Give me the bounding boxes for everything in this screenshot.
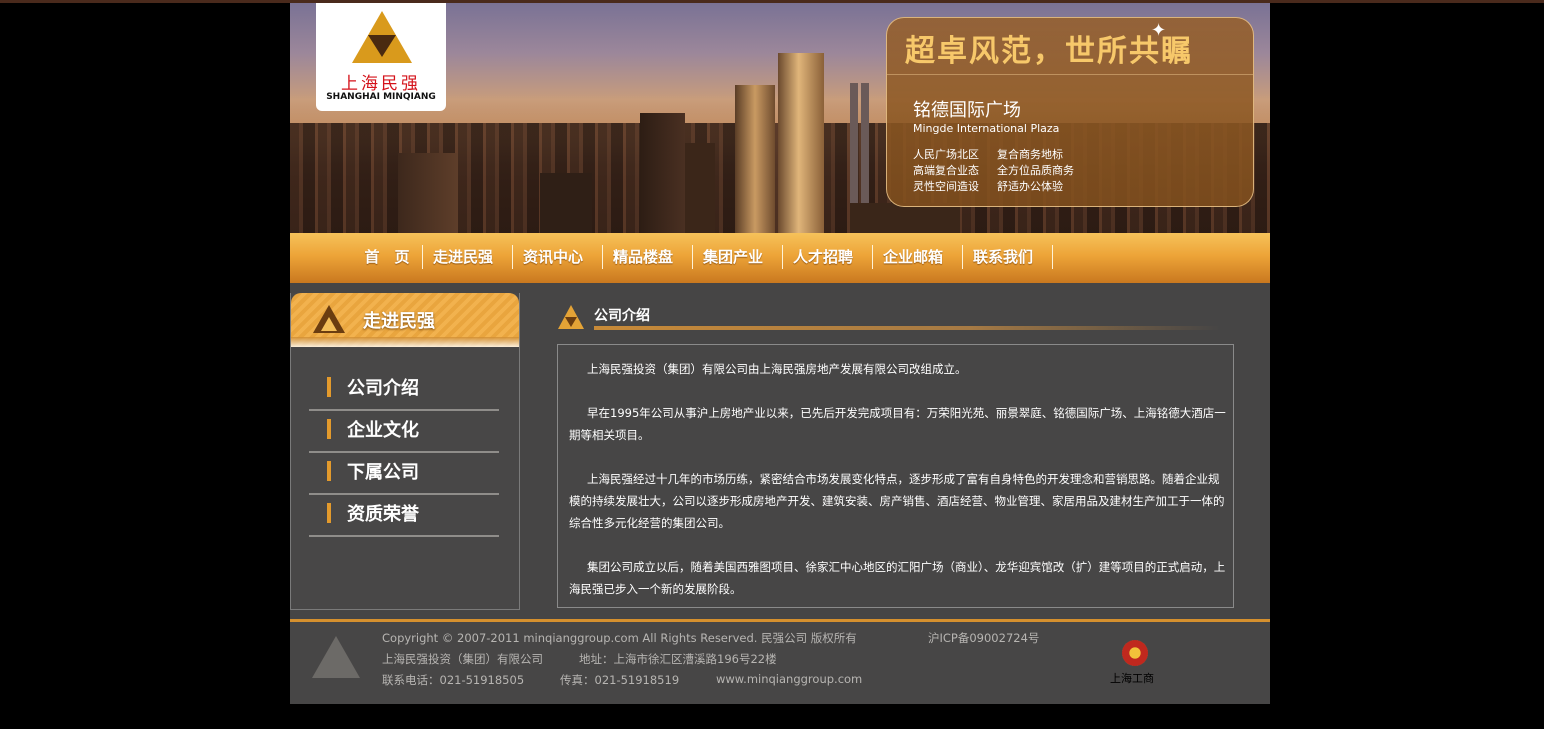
sidebar-item-label: 公司介绍: [347, 378, 419, 399]
sidebar-item-subsidiaries[interactable]: 下属公司: [309, 455, 499, 495]
content-paragraph: 集团公司成立以后，随着美国西雅图项目、徐家汇中心地区的汇阳广场（商业）、龙华迎宾…: [569, 560, 1226, 596]
content-paragraph: 上海民强投资（集团）有限公司由上海民强房地产发展有限公司改组成立。: [587, 362, 967, 376]
building: [735, 85, 775, 233]
sidebar-item-company-intro[interactable]: 公司介绍: [309, 371, 499, 411]
building: [640, 113, 685, 233]
nav-item-properties[interactable]: 精品楼盘: [603, 245, 693, 269]
sidebar-item-label: 资质荣誉: [347, 504, 419, 525]
nav-item-about[interactable]: 走进民强: [423, 245, 513, 269]
sidebar-item-honors[interactable]: 资质荣誉: [309, 497, 499, 537]
promo-feature-row: 人民广场北区 复合商务地标: [913, 146, 1081, 162]
building: [398, 153, 458, 233]
main-nav: 首 页 走进民强 资讯中心 精品楼盘 集团产业 人才招聘 企业邮箱 联系我们: [290, 233, 1270, 283]
business-license-badge-icon[interactable]: [1122, 640, 1148, 666]
logo-name-en: SHANGHAI MINQIANG: [326, 92, 436, 102]
sparkle-icon: ✦: [1151, 20, 1167, 41]
promo-title: 铭德国际广场: [913, 100, 1021, 121]
building: [778, 53, 824, 233]
logo-triangle-inner: [368, 35, 396, 57]
content-paragraph: 上海民强经过十几年的市场历练，紧密结合市场发展变化特点，逐步形成了富有自身特色的…: [569, 472, 1225, 530]
footer-logo-icon: [312, 636, 360, 678]
bullet-bar-icon: [327, 461, 331, 481]
nav-item-careers[interactable]: 人才招聘: [783, 245, 873, 269]
footer-website[interactable]: www.minqianggroup.com: [716, 672, 862, 686]
sidebar-item-culture[interactable]: 企业文化: [309, 413, 499, 453]
section-underline: [594, 326, 1220, 330]
footer-fax: 传真：021-51918519: [560, 673, 680, 687]
company-logo[interactable]: 上海民强 SHANGHAI MINQIANG: [316, 3, 446, 111]
promo-feature: 人民广场北区: [913, 148, 979, 161]
promo-panel: 超卓风范，世所共瞩 ✦ 铭德国际广场 Mingde International …: [886, 17, 1254, 207]
footer-icp[interactable]: 沪ICP备09002724号: [928, 630, 1039, 646]
footer-copyright: Copyright © 2007-2011 minqianggroup.com …: [382, 631, 857, 645]
bullet-bar-icon: [327, 377, 331, 397]
sidebar-menu: 公司介绍 企业文化 下属公司 资质荣誉: [309, 371, 499, 539]
content-box: 上海民强投资（集团）有限公司由上海民强房地产发展有限公司改组成立。 早在1995…: [557, 344, 1234, 608]
sidebar: 走进民强 公司介绍 企业文化 下属公司 资质荣誉: [290, 293, 520, 610]
header-banner: 上海民强 SHANGHAI MINQIANG 超卓风范，世所共瞩 ✦ 铭德国际广…: [290, 3, 1270, 233]
divider: [887, 74, 1253, 75]
badge-label: 上海工商: [1110, 672, 1154, 685]
sidebar-title: 走进民强: [363, 311, 435, 332]
bullet-bar-icon: [327, 503, 331, 523]
promo-feature-row: 灵性空间造设 舒适办公体验: [913, 178, 1081, 194]
building: [540, 173, 592, 233]
footer-address: 地址：上海市徐汇区漕溪路196号22楼: [579, 652, 777, 666]
triangle-logo-inner: [321, 317, 337, 331]
nav-item-news[interactable]: 资讯中心: [513, 245, 603, 269]
promo-feature-row: 高端复合业态 全方位品质商务: [913, 162, 1081, 178]
header-shade: [291, 337, 519, 347]
sidebar-item-label: 企业文化: [347, 420, 419, 441]
section-title: 公司介绍: [594, 308, 650, 324]
bullet-bar-icon: [327, 419, 331, 439]
nav-item-home[interactable]: 首 页: [352, 245, 423, 269]
logo-name-cn: 上海民强: [341, 74, 421, 94]
nav-list: 首 页 走进民强 资讯中心 精品楼盘 集团产业 人才招聘 企业邮箱 联系我们: [352, 245, 1053, 269]
promo-slogan: 超卓风范，世所共瞩: [905, 34, 1193, 69]
nav-item-industries[interactable]: 集团产业: [693, 245, 783, 269]
promo-feature: 灵性空间造设: [913, 180, 979, 193]
footer-phone: 联系电话：021-51918505: [382, 673, 525, 687]
content-paragraph: 早在1995年公司从事沪上房地产业以来，已先后开发完成项目有：万荣阳光苑、丽景翠…: [569, 406, 1226, 442]
promo-title-en: Mingde International Plaza: [913, 122, 1060, 135]
section-triangle-inner: [565, 317, 577, 327]
sidebar-header: 走进民强: [291, 293, 519, 347]
footer: Copyright © 2007-2011 minqianggroup.com …: [290, 619, 1270, 704]
nav-item-email[interactable]: 企业邮箱: [873, 245, 963, 269]
promo-feature: 舒适办公体验: [997, 180, 1063, 193]
nav-item-contact[interactable]: 联系我们: [963, 245, 1053, 269]
promo-feature: 全方位品质商务: [997, 164, 1074, 177]
promo-feature: 复合商务地标: [997, 148, 1063, 161]
promo-feature: 高端复合业态: [913, 164, 979, 177]
building: [850, 203, 960, 233]
sidebar-item-label: 下属公司: [347, 462, 419, 483]
footer-company: 上海民强投资（集团）有限公司: [382, 652, 543, 666]
building: [685, 143, 715, 233]
page-container: 上海民强 SHANGHAI MINQIANG 超卓风范，世所共瞩 ✦ 铭德国际广…: [290, 3, 1270, 704]
